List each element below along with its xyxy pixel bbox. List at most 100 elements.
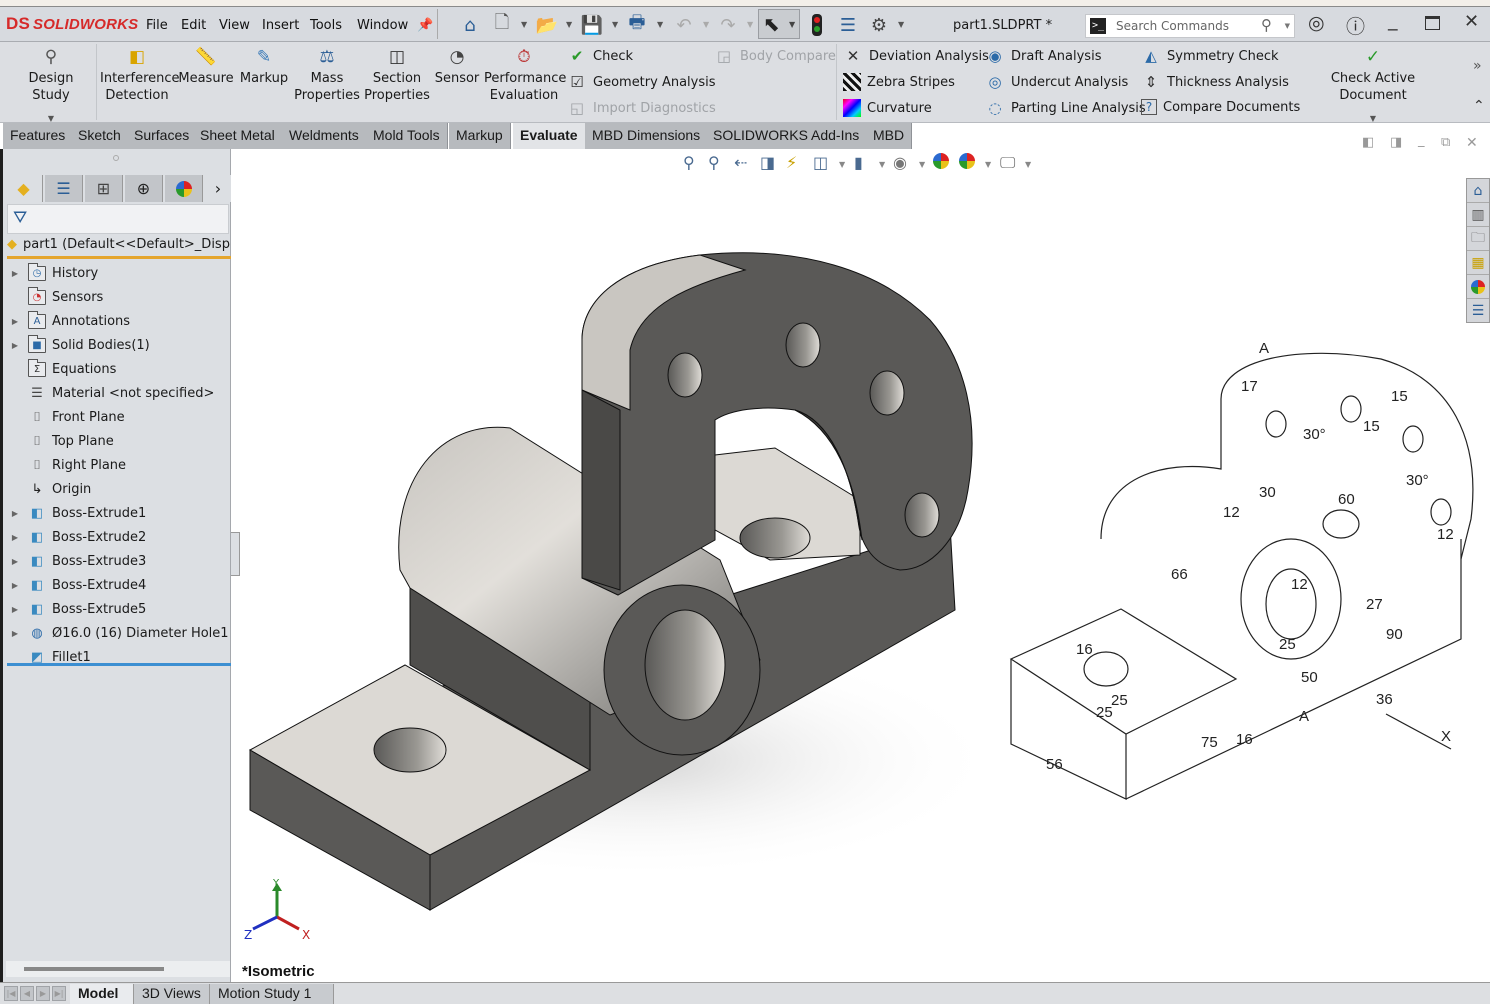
expand-arrow-icon[interactable]: ▶ xyxy=(3,269,27,278)
custom-properties-tab[interactable]: ☰ xyxy=(1467,299,1489,323)
tree-item-top-plane[interactable]: ⌷ Top Plane xyxy=(3,429,231,453)
graphics-area[interactable]: ⚲ ⚲ ⇠ ◨ ⚡ ◫ ▼ ▮ ▼ ◉ ▼ ▼ 🖵 ▼ ◧ ◨ _ ⧉ ✕ A … xyxy=(231,133,1490,982)
tab-solidworks-add-ins[interactable]: SOLIDWORKS Add-Ins xyxy=(706,123,868,149)
menu-view[interactable]: View xyxy=(219,18,250,33)
tab-mbd[interactable]: MBD xyxy=(866,123,913,149)
tab-evaluate[interactable]: Evaluate xyxy=(513,123,586,149)
menu-file[interactable]: File xyxy=(146,18,168,33)
parting-line-analysis-button[interactable]: ◌ Parting Line Analysis xyxy=(985,99,1145,117)
tab-motion-study-1[interactable]: Motion Study 1 xyxy=(210,984,334,1004)
search-icon[interactable]: ⚲ xyxy=(1261,16,1272,34)
menu-insert[interactable]: Insert xyxy=(262,18,299,33)
section-properties-button[interactable]: ◫ Section Properties xyxy=(363,46,431,104)
deviation-analysis-button[interactable]: ✕ Deviation Analysis xyxy=(843,47,989,65)
viewport-close-icon[interactable]: ✕ xyxy=(1466,135,1478,151)
tree-item-boss-extrude5[interactable]: ▶ ◧ Boss-Extrude5 xyxy=(3,597,231,621)
body-compare-button[interactable]: ◲ Body Compare xyxy=(714,47,836,65)
appearances-tab[interactable] xyxy=(1467,275,1489,299)
tree-item-history[interactable]: ▶ ◷ History xyxy=(3,261,231,285)
measure-button[interactable]: 📏 Measure xyxy=(178,46,234,87)
performance-evaluation-button[interactable]: ⏱ Performance Evaluation xyxy=(484,46,566,104)
last-tab-button[interactable]: ▶| xyxy=(52,986,66,1001)
viewport-restore-icon[interactable]: ⧉ xyxy=(1441,135,1450,150)
search-commands-field[interactable]: >_ Search Commands ⚲ ▼ xyxy=(1085,14,1295,38)
curvature-button[interactable]: Curvature xyxy=(843,99,932,117)
geometry-analysis-button[interactable]: ☑ Geometry Analysis xyxy=(567,73,715,91)
undo-icon[interactable]: ↶ xyxy=(672,13,696,37)
property-manager-tab[interactable]: ☰ xyxy=(45,175,83,202)
pin-icon[interactable]: 📌 xyxy=(417,18,433,33)
tree-item-material-not-specified[interactable]: ☰ Material <not specified> xyxy=(3,381,231,405)
save-icon[interactable]: 💾 xyxy=(580,13,604,37)
tab-mold-tools[interactable]: Mold Tools xyxy=(366,123,448,149)
tree-filter-field[interactable]: ⛛ xyxy=(7,204,229,234)
tab-features[interactable]: Features xyxy=(3,123,74,149)
thickness-analysis-button[interactable]: ⇕ Thickness Analysis xyxy=(1141,73,1289,91)
check-button[interactable]: ✔ Check xyxy=(567,47,633,65)
panel-splitter-handle[interactable] xyxy=(231,532,240,576)
prev-tab-button[interactable]: ◀ xyxy=(20,986,34,1001)
ribbon-overflow-icon[interactable]: » xyxy=(1473,58,1482,74)
tree-root-part[interactable]: ◆ part1 (Default<<Default>_Displ xyxy=(7,237,231,259)
print-icon[interactable]: 🖶 xyxy=(625,12,649,37)
options-dropdown-caret[interactable]: ▼ xyxy=(898,20,904,29)
expand-arrow-icon[interactable]: ▶ xyxy=(3,605,27,614)
check-active-document-button[interactable]: ✓ Check Active Document ▼ xyxy=(1300,46,1446,127)
markup-button[interactable]: ✎ Markup xyxy=(238,46,290,87)
design-library-tab[interactable]: ▥ xyxy=(1467,203,1489,227)
expand-arrow-icon[interactable]: ▶ xyxy=(3,557,27,566)
tab-surfaces[interactable]: Surfaces xyxy=(127,123,198,149)
first-tab-button[interactable]: |◀ xyxy=(4,986,18,1001)
redo-icon[interactable]: ↷ xyxy=(716,13,740,37)
tree-item-right-plane[interactable]: ⌷ Right Plane xyxy=(3,453,231,477)
file-properties-icon[interactable]: ☰ xyxy=(836,13,860,37)
menu-window[interactable]: Window xyxy=(357,18,408,33)
expand-arrow-icon[interactable]: ▶ xyxy=(3,533,27,542)
new-dropdown-caret[interactable]: ▼ xyxy=(521,20,527,29)
rollback-bar[interactable] xyxy=(7,663,231,666)
rebuild-icon[interactable] xyxy=(812,14,822,36)
options-icon[interactable]: ⚙ xyxy=(867,13,891,37)
collapse-ribbon-icon[interactable]: ⌃ xyxy=(1473,98,1485,114)
viewport-prev-icon[interactable]: ◧ xyxy=(1362,135,1374,150)
sensor-button[interactable]: ◔ Sensor xyxy=(434,46,480,87)
tree-item-sensors[interactable]: ◔ Sensors xyxy=(3,285,231,309)
horizontal-scrollbar[interactable] xyxy=(6,961,230,977)
tab-sheet-metal[interactable]: Sheet Metal xyxy=(193,123,283,149)
select-button[interactable]: ⬉ ▼ xyxy=(758,9,800,39)
expand-arrow-icon[interactable]: ▶ xyxy=(3,629,27,638)
feature-manager-tab[interactable]: ◆ xyxy=(5,175,43,202)
tree-item-equations[interactable]: Σ Equations xyxy=(3,357,231,381)
3d-model[interactable] xyxy=(231,149,1011,949)
draft-analysis-button[interactable]: ◉ Draft Analysis xyxy=(985,47,1101,65)
menu-tools[interactable]: Tools xyxy=(310,18,342,33)
solidworks-resources-tab[interactable]: ⌂ xyxy=(1467,179,1489,203)
print-dropdown-caret[interactable]: ▼ xyxy=(657,20,663,29)
tree-item-boss-extrude4[interactable]: ▶ ◧ Boss-Extrude4 xyxy=(3,573,231,597)
tree-item-solid-bodies-1[interactable]: ▶ ■ Solid Bodies(1) xyxy=(3,333,231,357)
tree-item-boss-extrude1[interactable]: ▶ ◧ Boss-Extrude1 xyxy=(3,501,231,525)
search-dropdown-caret[interactable]: ▼ xyxy=(1285,22,1290,30)
expand-arrow-icon[interactable]: ▶ xyxy=(3,509,27,518)
user-account-icon[interactable]: ◎ xyxy=(1308,12,1325,34)
expand-arrow-icon[interactable]: ▶ xyxy=(3,341,27,350)
select-dropdown-caret[interactable]: ▼ xyxy=(789,20,795,29)
tree-item-annotations[interactable]: ▶ A Annotations xyxy=(3,309,231,333)
home-icon[interactable]: ⌂ xyxy=(458,13,482,37)
tree-item-boss-extrude2[interactable]: ▶ ◧ Boss-Extrude2 xyxy=(3,525,231,549)
import-diagnostics-button[interactable]: ◱ Import Diagnostics xyxy=(567,99,716,117)
tab-weldments[interactable]: Weldments xyxy=(282,123,367,149)
close-button[interactable]: ✕ xyxy=(1464,11,1479,32)
viewport-next-icon[interactable]: ◨ xyxy=(1390,135,1402,150)
help-icon[interactable]: ⓘ xyxy=(1346,12,1365,39)
next-tab-button[interactable]: ▶ xyxy=(36,986,50,1001)
tab-model[interactable]: Model xyxy=(70,984,134,1004)
view-palette-tab[interactable]: ▦ xyxy=(1467,251,1489,275)
interference-detection-button[interactable]: ◧ Interference Detection xyxy=(100,46,180,104)
compare-documents-button[interactable]: ? Compare Documents xyxy=(1141,99,1300,115)
save-dropdown-caret[interactable]: ▼ xyxy=(612,20,618,29)
configuration-manager-tab[interactable]: ⊞ xyxy=(85,175,123,202)
menu-edit[interactable]: Edit xyxy=(181,18,206,33)
tab-3d-views[interactable]: 3D Views xyxy=(134,984,210,1004)
tab-mbd-dimensions[interactable]: MBD Dimensions xyxy=(585,123,709,149)
